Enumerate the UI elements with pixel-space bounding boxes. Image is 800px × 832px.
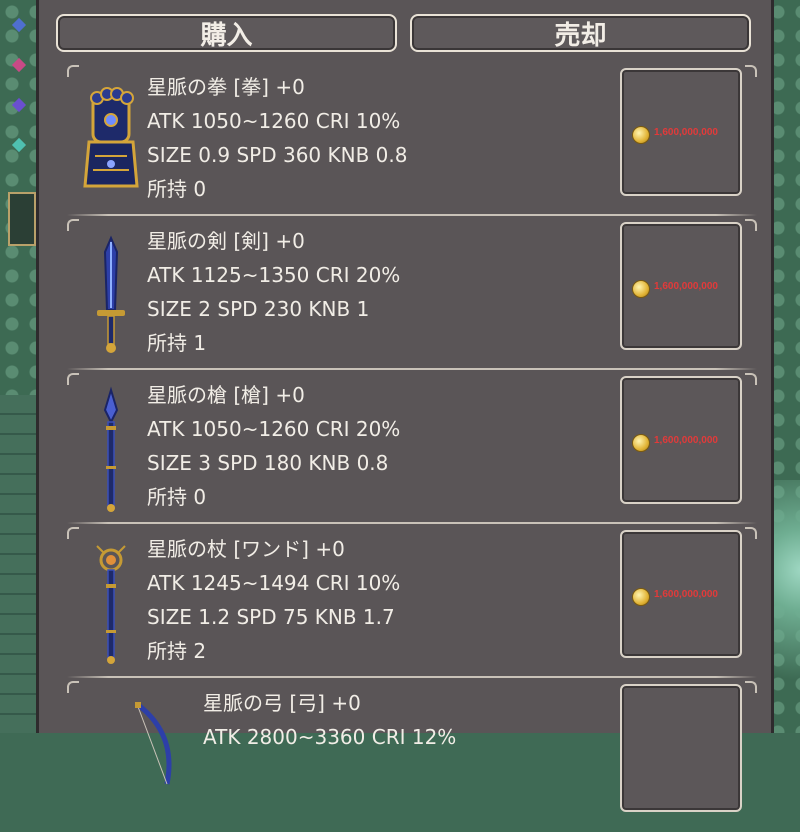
spear-icon <box>103 386 119 512</box>
item-divider <box>67 522 757 524</box>
item-name: 星脈の拳 [拳] +0 <box>147 75 305 99</box>
gold-coin-icon <box>632 588 650 606</box>
stone-wall <box>0 395 38 733</box>
buy-price-button[interactable]: 1,600,000,000 <box>620 222 742 350</box>
shop-item-row[interactable]: 星脈の槍 [槍] +0 ATK 1050~1260 CRI 20% SIZE 3… <box>67 373 757 524</box>
item-name: 星脈の弓 [弓] +0 <box>203 691 361 715</box>
shop-item-row[interactable]: 星脈の剣 [剣] +0 ATK 1125~1350 CRI 20% SIZE 2… <box>67 219 757 370</box>
item-info: 星脈の剣 [剣] +0 ATK 1125~1350 CRI 20% SIZE 2… <box>147 224 400 360</box>
item-owned-count: 所持 0 <box>147 485 207 509</box>
item-price: 1,600,000,000 <box>654 435 718 446</box>
wall-frame <box>8 192 36 246</box>
wand-icon <box>96 545 126 664</box>
item-name: 星脈の剣 [剣] +0 <box>147 229 305 253</box>
sword-icon <box>97 235 125 353</box>
item-stats-size: SIZE 0.9 SPD 360 KNB 0.8 <box>147 143 408 167</box>
item-owned-count: 所持 1 <box>147 331 207 355</box>
game-background-left <box>0 0 38 733</box>
item-price: 1,600,000,000 <box>654 127 718 138</box>
shop-panel: 購入 売却 星脈の拳 [拳] +0 ATK 1050~1260 CRI 10% … <box>36 0 774 812</box>
item-info: 星脈の拳 [拳] +0 ATK 1050~1260 CRI 10% SIZE 0… <box>147 70 407 206</box>
item-stats-attack: ATK 1050~1260 CRI 10% <box>147 109 401 133</box>
buy-price-button[interactable]: 1,600,000,000 <box>620 530 742 658</box>
buy-price-button[interactable] <box>620 684 742 812</box>
item-stats-size: SIZE 1.2 SPD 75 KNB 1.7 <box>147 605 395 629</box>
item-stats-size: SIZE 2 SPD 230 KNB 1 <box>147 297 370 321</box>
gauntlet-icon <box>83 87 139 188</box>
bow-icon <box>135 702 172 785</box>
gold-coin-icon <box>632 434 650 452</box>
item-divider <box>67 676 757 678</box>
sell-tab[interactable]: 売却 <box>410 14 751 52</box>
item-divider <box>67 368 757 370</box>
shop-item-row[interactable]: 星脈の弓 [弓] +0 ATK 2800~3360 CRI 12% <box>67 681 757 832</box>
buy-price-button[interactable]: 1,600,000,000 <box>620 376 742 504</box>
item-stats-attack: ATK 1050~1260 CRI 20% <box>147 417 401 441</box>
gem-icon <box>11 17 27 33</box>
shop-item-row[interactable]: 星脈の拳 [拳] +0 ATK 1050~1260 CRI 10% SIZE 0… <box>67 65 757 216</box>
item-info: 星脈の弓 [弓] +0 ATK 2800~3360 CRI 12% <box>203 686 456 754</box>
item-info: 星脈の槍 [槍] +0 ATK 1050~1260 CRI 20% SIZE 3… <box>147 378 400 514</box>
item-price: 1,600,000,000 <box>654 281 718 292</box>
item-owned-count: 所持 2 <box>147 639 207 663</box>
item-divider <box>67 214 757 216</box>
item-stats-size: SIZE 3 SPD 180 KNB 0.8 <box>147 451 389 475</box>
item-stats-attack: ATK 1125~1350 CRI 20% <box>147 263 401 287</box>
gold-coin-icon <box>632 126 650 144</box>
item-name: 星脈の杖 [ワンド] +0 <box>147 537 345 561</box>
item-price: 1,600,000,000 <box>654 589 718 600</box>
gem-icon <box>11 137 27 153</box>
gold-coin-icon <box>632 280 650 298</box>
gem-icon <box>11 57 27 73</box>
item-stats-attack: ATK 2800~3360 CRI 12% <box>203 725 457 749</box>
buy-tab[interactable]: 購入 <box>56 14 397 52</box>
item-info: 星脈の杖 [ワンド] +0 ATK 1245~1494 CRI 10% SIZE… <box>147 532 400 668</box>
shop-item-row[interactable]: 星脈の杖 [ワンド] +0 ATK 1245~1494 CRI 10% SIZE… <box>67 527 757 678</box>
item-name: 星脈の槍 [槍] +0 <box>147 383 305 407</box>
item-owned-count: 所持 0 <box>147 177 207 201</box>
buy-price-button[interactable]: 1,600,000,000 <box>620 68 742 196</box>
gem-icon <box>11 97 27 113</box>
item-stats-attack: ATK 1245~1494 CRI 10% <box>147 571 401 595</box>
